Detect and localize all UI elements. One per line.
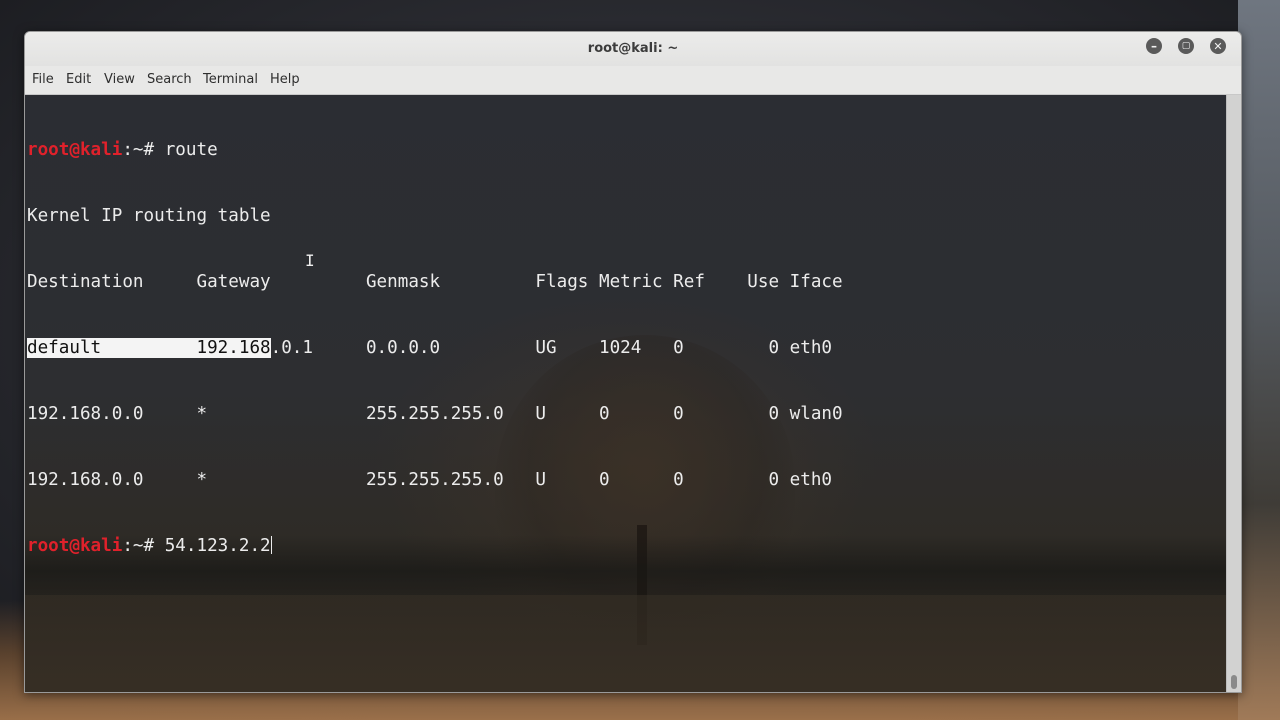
menu-file[interactable]: File [32,72,54,87]
close-icon: ✕ [1213,39,1223,53]
title-bar[interactable]: root@kali: ~ – ▢ ✕ [25,32,1241,66]
command-text: route [164,140,218,160]
vertical-scrollbar[interactable] [1226,95,1241,692]
text-selection: default 192.168 [27,338,271,358]
routing-table-row: 192.168.0.0 * 255.255.255.0 U 0 0 0 eth0 [27,470,833,490]
current-input: 54.123.2.2 [164,536,271,556]
terminal-line-input: root@kali:~# 54.123.2.2 [27,535,1217,557]
terminal-window: root@kali: ~ – ▢ ✕ File Edit View Search… [24,31,1242,693]
prompt-path: :~# [122,536,165,556]
menu-bar: File Edit View Search Terminal Help [25,66,1241,95]
prompt-path: :~# [122,140,165,160]
menu-terminal[interactable]: Terminal [203,72,258,87]
prompt-user: root@kali [27,140,123,160]
menu-view[interactable]: View [104,72,135,87]
scrollbar-thumb[interactable] [1231,675,1237,689]
terminal-output-area[interactable]: root@kali:~# route Kernel IP routing tab… [25,95,1226,692]
maximize-button[interactable]: ▢ [1178,38,1194,54]
terminal-line-table-title: Kernel IP routing table [27,206,271,226]
routing-table-row: default 192.168.0.1 0.0.0.0 UG 1024 0 0 … [27,337,1217,359]
menu-edit[interactable]: Edit [66,72,91,87]
routing-table-header: Destination Gateway Genmask Flags Metric… [27,272,843,292]
minimize-icon: – [1151,38,1157,53]
text-cursor [270,536,272,554]
window-title: root@kali: ~ [587,41,679,56]
wallpaper-field [25,595,1226,692]
minimize-button[interactable]: – [1146,38,1162,54]
menu-help[interactable]: Help [270,72,300,87]
routing-row-rest: .0.1 0.0.0.0 UG 1024 0 0 eth0 [270,338,833,358]
prompt-user: root@kali [27,536,123,556]
maximize-icon: ▢ [1181,40,1191,51]
mouse-ibeam-icon: I [305,251,315,270]
routing-table-row: 192.168.0.0 * 255.255.255.0 U 0 0 0 wlan… [27,404,843,424]
terminal-line-command: root@kali:~# route [27,139,1217,161]
menu-search[interactable]: Search [147,72,192,87]
terminal-text[interactable]: root@kali:~# route Kernel IP routing tab… [27,95,1217,601]
close-button[interactable]: ✕ [1210,38,1226,54]
desktop-wallpaper-edge [1238,0,1280,720]
